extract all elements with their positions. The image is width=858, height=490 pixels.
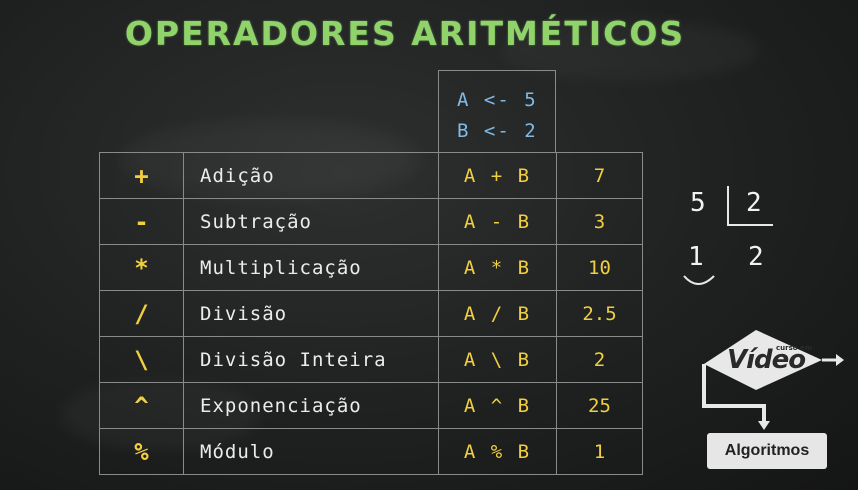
table-row: * Multiplicação A * B 10 [99, 244, 643, 291]
operator-expression: A / B [438, 290, 557, 337]
division-remainder: 1 [688, 242, 704, 272]
operator-expression: A % B [438, 428, 557, 475]
operator-result: 10 [556, 244, 643, 291]
operator-result: 2 [556, 336, 643, 383]
division-divisor: 2 [746, 188, 762, 218]
operator-name: Subtração [183, 198, 439, 245]
table-row: \ Divisão Inteira A \ B 2 [99, 336, 643, 383]
division-horizontal-line [727, 224, 773, 226]
operator-name: Multiplicação [183, 244, 439, 291]
operator-symbol: % [99, 428, 184, 475]
algoritmos-badge: Algoritmos [707, 433, 827, 469]
division-vertical-line [727, 186, 729, 224]
smile-mark-icon [683, 275, 715, 285]
operator-symbol: \ [99, 336, 184, 383]
operator-expression: A ^ B [438, 382, 557, 429]
table-row: / Divisão A / B 2.5 [99, 290, 643, 337]
operator-name: Divisão [183, 290, 439, 337]
operator-result: 1 [556, 428, 643, 475]
operator-result: 3 [556, 198, 643, 245]
assignment-a: A <- 5 [457, 89, 538, 111]
assignment-box: A <- 5 B <- 2 [438, 70, 556, 152]
operator-name: Módulo [183, 428, 439, 475]
table-row: ^ Exponenciação A ^ B 25 [99, 382, 643, 429]
table-row: % Módulo A % B 1 [99, 428, 643, 475]
operator-result: 7 [556, 152, 643, 199]
operators-table: + Adição A + B 7 - Subtração A - B 3 * M… [99, 152, 643, 475]
operator-expression: A \ B [438, 336, 557, 383]
table-row: - Subtração A - B 3 [99, 198, 643, 245]
operator-result: 2.5 [556, 290, 643, 337]
operator-name: Exponenciação [183, 382, 439, 429]
division-quotient: 2 [748, 242, 764, 272]
operator-symbol: / [99, 290, 184, 337]
operator-symbol: * [99, 244, 184, 291]
operator-name: Adição [183, 152, 439, 199]
table-row: + Adição A + B 7 [99, 152, 643, 199]
page-title: OPERADORES ARITMÉTICOS [124, 14, 686, 53]
operator-expression: A + B [438, 152, 557, 199]
operator-name: Divisão Inteira [183, 336, 439, 383]
operator-symbol: ^ [99, 382, 184, 429]
operator-expression: A * B [438, 244, 557, 291]
operator-expression: A - B [438, 198, 557, 245]
division-dividend: 5 [690, 188, 706, 218]
logo-main-text: Vídeo [727, 345, 806, 375]
operator-symbol: - [99, 198, 184, 245]
operator-symbol: + [99, 152, 184, 199]
long-division: 5 2 1 2 [680, 180, 790, 300]
assignment-b: B <- 2 [457, 120, 538, 142]
operator-result: 25 [556, 382, 643, 429]
